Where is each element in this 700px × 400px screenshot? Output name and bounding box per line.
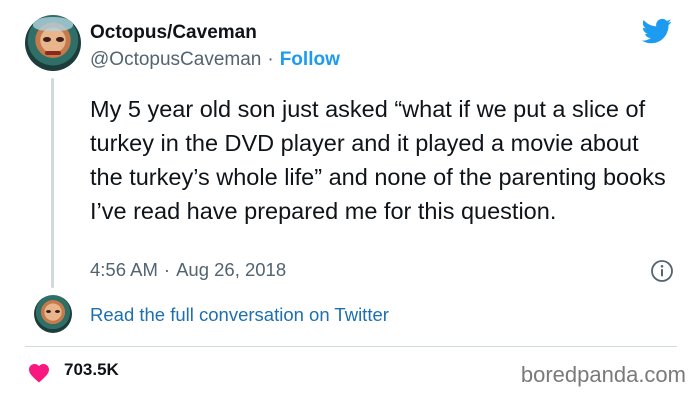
- author-name[interactable]: Octopus/Caveman: [90, 22, 257, 44]
- avatar-mouth: [45, 51, 61, 55]
- avatar-eye-right: [55, 310, 60, 313]
- thread-connector-line: [51, 78, 54, 288]
- tweet-timestamp[interactable]: 4:56 AM · Aug 26, 2018: [90, 259, 286, 281]
- watermark: boredpanda.com: [520, 362, 686, 387]
- read-conversation-link[interactable]: Read the full conversation on Twitter: [90, 304, 389, 326]
- tweet-text: My 5 year old son just asked “what if we…: [90, 96, 666, 224]
- reply-avatar[interactable]: [34, 295, 72, 333]
- follow-button[interactable]: Follow: [280, 49, 340, 70]
- avatar-eye-left: [46, 310, 51, 313]
- tweet-date: Aug 26, 2018: [176, 259, 287, 280]
- avatar-hair: [33, 17, 73, 31]
- info-icon[interactable]: [650, 259, 674, 283]
- tweet-card: Octopus/Caveman @OctopusCaveman · Follow M…: [0, 0, 700, 400]
- heart-icon[interactable]: [27, 361, 51, 383]
- avatar-eye-left: [43, 37, 51, 42]
- twitter-bird-icon[interactable]: [640, 16, 674, 46]
- handle-separator: ·: [267, 49, 274, 70]
- author-handle[interactable]: @OctopusCaveman: [90, 49, 261, 70]
- author-avatar[interactable]: [25, 15, 81, 71]
- avatar-eye-right: [56, 37, 64, 42]
- tweet-time: 4:56 AM: [90, 259, 158, 280]
- like-count: 703.5K: [64, 360, 119, 379]
- divider: [25, 346, 677, 347]
- handle-row: @OctopusCaveman · Follow: [90, 49, 340, 71]
- timestamp-separator: ·: [163, 259, 171, 280]
